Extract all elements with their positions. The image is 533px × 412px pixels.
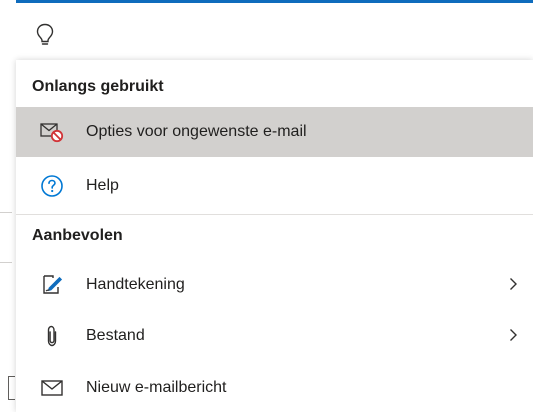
menu-item-label: Handtekening [86, 276, 185, 293]
menu-item-file[interactable]: Bestand [16, 311, 533, 361]
lightbulb-icon[interactable] [36, 23, 54, 47]
section-divider [16, 214, 533, 215]
section-title-recent: Onlangs gebruikt [32, 78, 164, 95]
paperclip-icon [40, 324, 64, 348]
menu-item-junk-mail-options[interactable]: Opties voor ongewenste e-mail [16, 107, 533, 157]
background-divider [0, 212, 12, 213]
background-content [0, 0, 16, 412]
menu-item-label: Opties voor ongewenste e-mail [86, 123, 307, 140]
chevron-right-icon [505, 327, 521, 343]
search-bar[interactable] [16, 0, 533, 60]
help-icon [40, 174, 64, 198]
envelope-icon [40, 376, 64, 400]
menu-item-signature[interactable]: Handtekening [16, 260, 533, 310]
search-suggestions-menu: Onlangs gebruikt Opties voor ongewenste … [16, 60, 533, 412]
junk-mail-options-icon [40, 120, 64, 144]
chevron-right-icon [505, 276, 521, 292]
menu-item-new-email[interactable]: Nieuw e-mailbericht [16, 363, 533, 412]
background-control-edge [8, 376, 15, 400]
menu-item-label: Bestand [86, 327, 145, 344]
section-title-recommended: Aanbevolen [32, 227, 123, 244]
menu-item-label: Nieuw e-mailbericht [86, 379, 227, 396]
signature-icon [40, 273, 64, 297]
menu-item-label: Help [86, 177, 119, 194]
app-window: Onlangs gebruikt Opties voor ongewenste … [0, 0, 533, 412]
menu-item-help[interactable]: Help [16, 161, 533, 211]
background-divider [0, 262, 12, 263]
